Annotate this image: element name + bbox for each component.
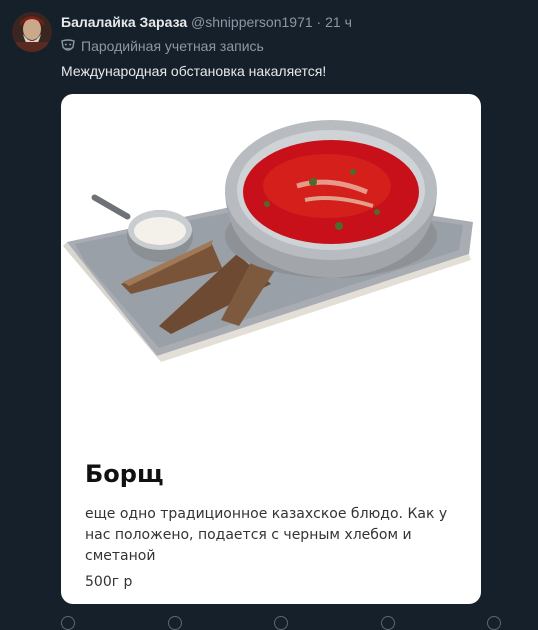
dish-price: 500г р	[85, 574, 133, 590]
like-icon[interactable]	[274, 616, 288, 630]
author-name[interactable]: Балалайка Зараза	[61, 14, 187, 30]
dish-title: Борщ	[85, 460, 164, 488]
avatar[interactable]	[12, 12, 52, 52]
mask-icon	[61, 39, 75, 51]
share-icon[interactable]	[487, 616, 501, 630]
borscht-photo	[63, 120, 473, 362]
timestamp[interactable]: 21 ч	[325, 14, 352, 30]
retweet-icon[interactable]	[167, 616, 182, 630]
reply-icon[interactable]	[61, 616, 75, 630]
media-card[interactable]: Борщ еще одно традиционное казахское блю…	[61, 94, 481, 604]
tweet[interactable]: Балалайка Зараза @shnipperson1971 · 21 ч…	[0, 0, 538, 630]
tweet-actions	[61, 616, 501, 630]
parody-label: Пародийная учетная запись	[61, 38, 264, 54]
separator: ·	[316, 14, 322, 30]
views-icon[interactable]	[380, 616, 395, 630]
tweet-header: Балалайка Зараза @shnipperson1971 · 21 ч	[61, 14, 352, 30]
dish-description: еще одно традиционное казахское блюдо. К…	[85, 506, 448, 564]
parody-label-text: Пародийная учетная запись	[81, 38, 264, 54]
author-handle[interactable]: @shnipperson1971	[191, 14, 313, 30]
tweet-text: Международная обстановка накаляется!	[61, 63, 327, 79]
